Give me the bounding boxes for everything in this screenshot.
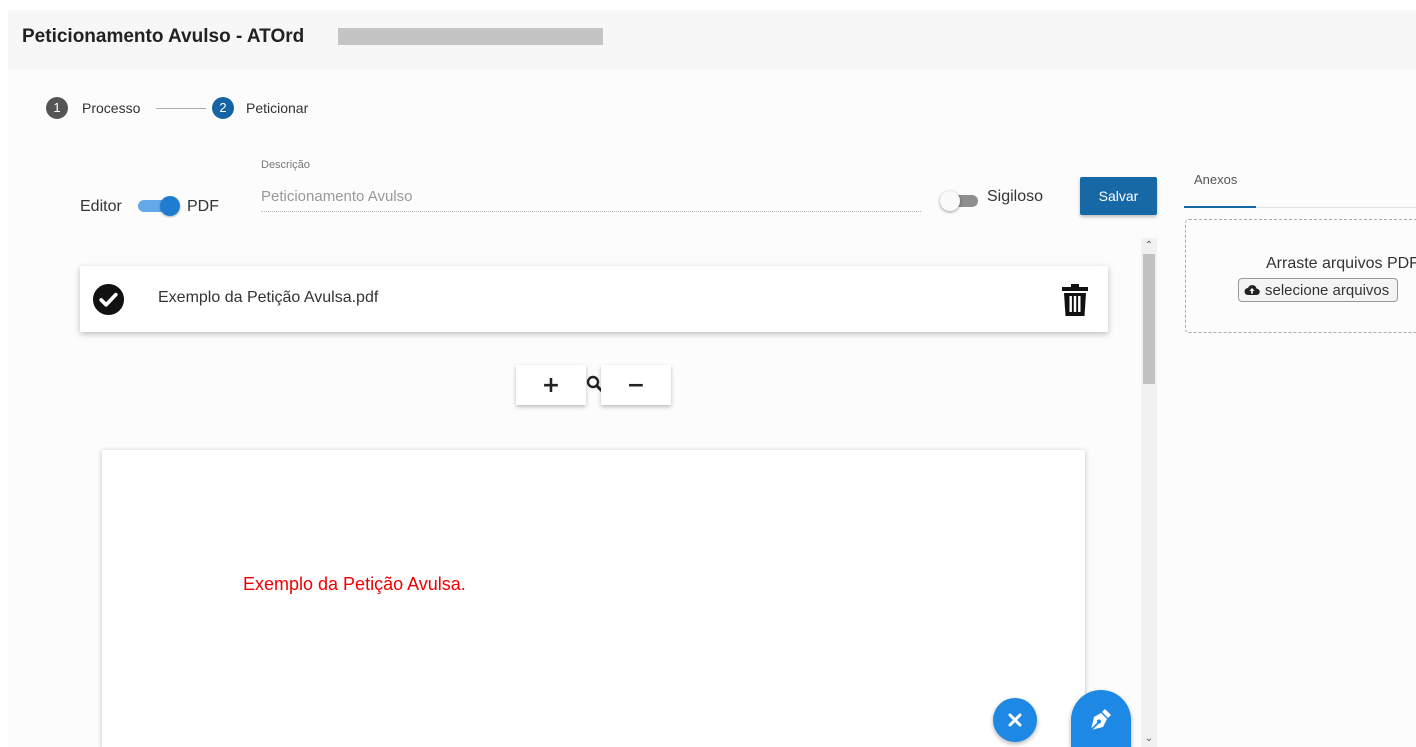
select-files-button[interactable]: selecione arquivos (1238, 278, 1399, 302)
sign-fab-button[interactable] (1071, 690, 1131, 747)
check-circle-icon (92, 283, 125, 316)
scroll-thumb[interactable] (1143, 254, 1155, 384)
sigiloso-label: Sigiloso (987, 188, 1044, 205)
scroll-down-arrow[interactable]: ⌄ (1141, 731, 1157, 747)
close-fab-button[interactable] (993, 698, 1037, 742)
scroll-up-arrow[interactable]: ⌃ (1141, 238, 1157, 254)
file-name: Exemplo da Petição Avulsa.pdf (158, 289, 379, 306)
mode-editor-label: Editor (80, 198, 122, 215)
step-connector (156, 108, 206, 109)
page-header: Peticionamento Avulso - ATOrd (8, 10, 1416, 70)
tab-divider (1256, 207, 1416, 208)
preview-scrollbar[interactable]: ⌃ ⌄ (1141, 238, 1157, 747)
editor-pdf-toggle[interactable] (138, 196, 180, 216)
pdf-preview-text: Exemplo da Petição Avulsa. (243, 574, 466, 594)
toggle-knob (940, 191, 960, 211)
zoom-out-button[interactable]: − (601, 365, 671, 405)
step-1-label[interactable]: Processo (82, 100, 140, 116)
step-2-label[interactable]: Peticionar (246, 100, 308, 116)
step-1-number[interactable]: 1 (46, 97, 68, 119)
select-files-label: selecione arquivos (1265, 281, 1390, 299)
description-input[interactable] (261, 182, 921, 212)
description-label: Descrição (261, 159, 310, 171)
toggle-knob (160, 196, 180, 216)
attachments-dropzone[interactable]: Arraste arquivos PDF selecione arquivos (1185, 219, 1416, 333)
close-icon (1008, 713, 1022, 727)
zoom-in-button[interactable]: + (516, 365, 586, 405)
tab-anexos[interactable]: Anexos (1184, 170, 1256, 208)
dropzone-text: Arraste arquivos PDF (1266, 255, 1416, 272)
mode-pdf-label: PDF (187, 198, 219, 215)
redacted-process-number (338, 28, 603, 45)
sigiloso-toggle[interactable] (940, 191, 980, 211)
pdf-preview-page: Exemplo da Petição Avulsa. (102, 450, 1085, 747)
petition-page: Peticionamento Avulso - ATOrd 1 Processo… (8, 10, 1416, 747)
file-item: Exemplo da Petição Avulsa.pdf (80, 266, 1108, 332)
save-button[interactable]: Salvar (1080, 177, 1157, 215)
cloud-upload-icon (1244, 285, 1260, 296)
page-title: Peticionamento Avulso - ATOrd (22, 26, 305, 47)
pen-nib-icon (1090, 709, 1111, 731)
trash-icon[interactable] (1062, 284, 1088, 316)
step-2-number[interactable]: 2 (212, 97, 234, 119)
